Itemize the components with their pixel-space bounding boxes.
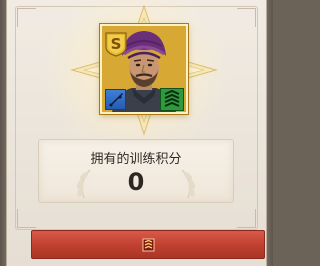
corner-ornament [237,8,256,27]
corner-ornament [237,209,256,228]
use-training-points-button[interactable] [31,230,265,259]
training-manual-icon [142,238,154,251]
training-points-dialog: S 拥有的训练积分 0 [0,0,273,266]
rifle-icon [105,89,126,110]
corner-ornament [17,8,36,27]
s-rank-shield-icon: S [105,32,127,57]
corner-ornament [17,209,36,228]
svg-text:S: S [111,35,122,53]
training-points-label: 拥有的训练积分 [90,152,182,167]
training-points-value: 0 [127,168,145,196]
training-chevrons-icon [160,88,184,111]
